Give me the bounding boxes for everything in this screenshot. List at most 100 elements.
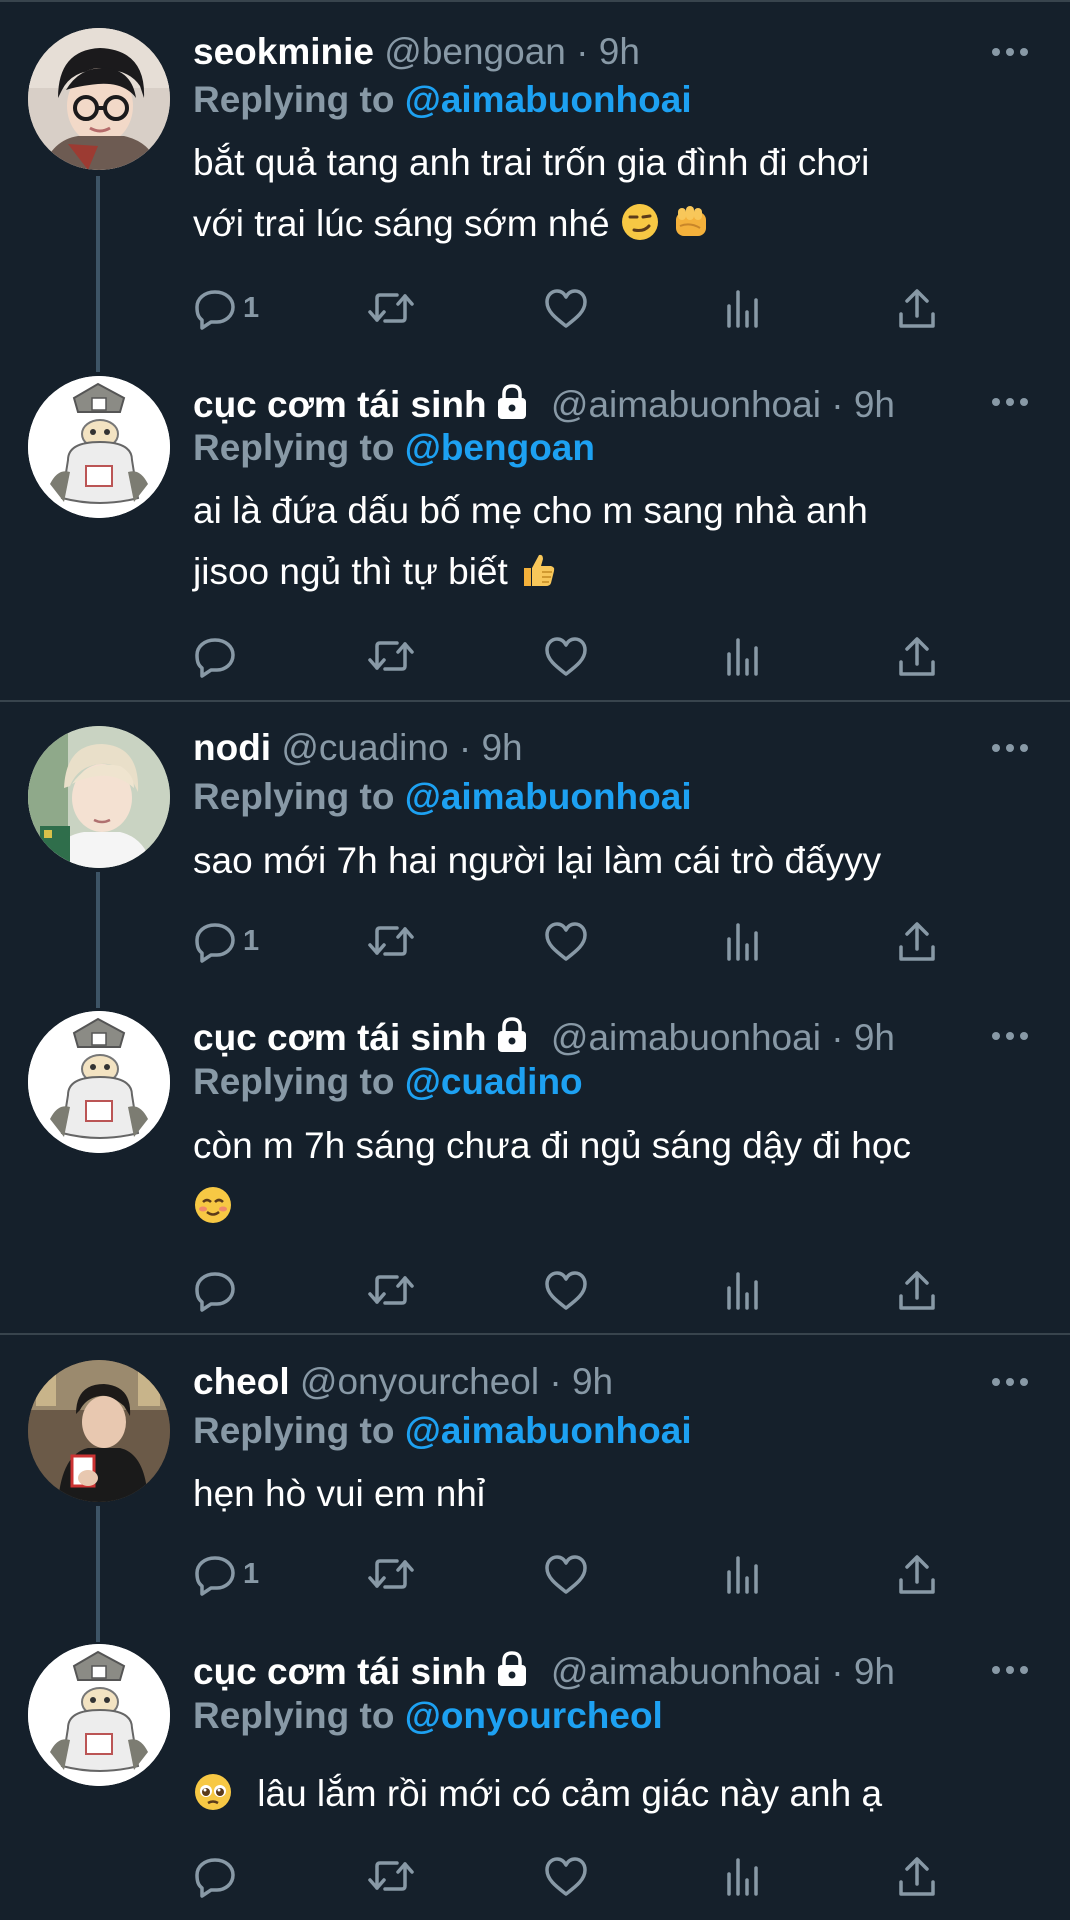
reply-button[interactable] [193,1266,243,1314]
like-icon [543,286,589,330]
replying-mention[interactable]: @onyourcheol [405,1695,663,1736]
retweet-button[interactable] [367,1266,415,1314]
more-icon[interactable] [990,1372,1030,1392]
share-icon [897,919,937,963]
reply-button[interactable] [193,632,243,680]
avatar[interactable] [28,726,170,868]
tweet-header: cục cơm tái sinh @aimabuonhoai · 9h [193,383,895,427]
replying-to: Replying to @cuadino [193,1060,583,1104]
more-icon[interactable] [990,1660,1030,1680]
display-name[interactable]: cục cơm tái sinh [193,1651,487,1692]
reply-icon [193,1854,237,1898]
tweet-text-line: với trai lúc sáng sớm nhé [193,203,610,244]
more-icon[interactable] [990,42,1030,62]
timestamp[interactable]: 9h [599,31,640,72]
replying-mention[interactable]: @aimabuonhoai [405,79,692,120]
smirk-emoji [620,199,660,260]
separator-dot: · [576,31,589,72]
tweet-text: bắt quả tang anh trai trốn gia đình đi c… [193,132,1023,260]
more-icon[interactable] [990,738,1030,758]
retweet-button[interactable] [367,284,415,332]
like-button[interactable] [543,1266,589,1314]
retweet-button[interactable] [367,917,415,965]
retweet-button[interactable] [367,632,415,680]
retweet-button[interactable] [367,1550,415,1598]
tweet-text-line: jisoo ngủ thì tự biết [193,551,508,592]
reply-count: 1 [243,1557,260,1590]
replying-mention[interactable]: @cuadino [405,1061,583,1102]
tweet-text-line: còn m 7h sáng chưa đi ngủ sáng dậy đi họ… [193,1125,911,1166]
timestamp[interactable]: 9h [572,1361,613,1402]
display-name[interactable]: nodi [193,727,271,768]
share-icon [897,286,937,330]
share-button[interactable] [897,1852,937,1900]
reply-icon [193,286,237,330]
analytics-button[interactable] [723,284,763,332]
replying-mention[interactable]: @aimabuonhoai [405,776,692,817]
smiling-blush-emoji [193,1182,233,1243]
share-button[interactable] [897,632,937,680]
analytics-button[interactable] [723,632,763,680]
username[interactable]: @aimabuonhoai [551,1017,821,1058]
tweet-text: sao mới 7h hai người lại làm cái trò đấy… [193,830,1023,891]
avatar[interactable] [28,28,170,170]
reply-icon [193,1268,237,1312]
analytics-button[interactable] [723,1852,763,1900]
replying-mention[interactable]: @aimabuonhoai [405,1410,692,1451]
display-name[interactable]: cheol [193,1361,290,1402]
timestamp[interactable]: 9h [854,1017,895,1058]
tweet-text-line: bắt quả tang anh trai trốn gia đình đi c… [193,142,870,183]
timestamp[interactable]: 9h [854,384,895,425]
analytics-button[interactable] [723,1550,763,1598]
timestamp[interactable]: 9h [481,727,522,768]
username[interactable]: @bengoan [384,31,566,72]
timestamp[interactable]: 9h [854,1651,895,1692]
reply-icon [193,634,237,678]
like-button[interactable] [543,632,589,680]
analytics-button[interactable] [723,1266,763,1314]
like-button[interactable] [543,1550,589,1598]
pleading-face-emoji [193,1769,233,1830]
avatar[interactable] [28,1360,170,1502]
thread-line [96,1506,100,1642]
analytics-button[interactable] [723,917,763,965]
like-button[interactable] [543,284,589,332]
thumbs-up-emoji [518,547,558,608]
tweet-text-line-with-emoji [193,1176,1023,1243]
share-button[interactable] [897,284,937,332]
display-name[interactable]: seokminie [193,31,374,72]
share-icon [897,634,937,678]
display-name[interactable]: cục cơm tái sinh [193,384,487,425]
retweet-button[interactable] [367,1852,415,1900]
display-name[interactable]: cục cơm tái sinh [193,1017,487,1058]
analytics-icon [723,1268,763,1312]
tweet-actions [193,1852,953,1900]
share-icon [897,1268,937,1312]
reply-button[interactable]: 1 [193,284,259,332]
replying-prefix: Replying to [193,1061,395,1102]
avatar[interactable] [28,376,170,518]
more-icon[interactable] [990,392,1030,412]
like-button[interactable] [543,1852,589,1900]
like-button[interactable] [543,917,589,965]
username[interactable]: @cuadino [281,727,448,768]
replying-mention[interactable]: @bengoan [405,427,595,468]
username[interactable]: @aimabuonhoai [551,384,821,425]
replying-to: Replying to @aimabuonhoai [193,775,692,819]
username[interactable]: @aimabuonhoai [551,1651,821,1692]
share-button[interactable] [897,1266,937,1314]
username[interactable]: @onyourcheol [300,1361,539,1402]
reply-button[interactable] [193,1852,243,1900]
avatar[interactable] [28,1011,170,1153]
like-icon [543,1854,589,1898]
share-icon [897,1854,937,1898]
avatar[interactable] [28,1644,170,1786]
reply-button[interactable]: 1 [193,1550,259,1598]
share-button[interactable] [897,1550,937,1598]
thread-line [96,872,100,1008]
share-button[interactable] [897,917,937,965]
reply-button[interactable]: 1 [193,917,259,965]
separator-dot: · [458,727,472,768]
separator-dot: · [831,384,844,425]
more-icon[interactable] [990,1026,1030,1046]
